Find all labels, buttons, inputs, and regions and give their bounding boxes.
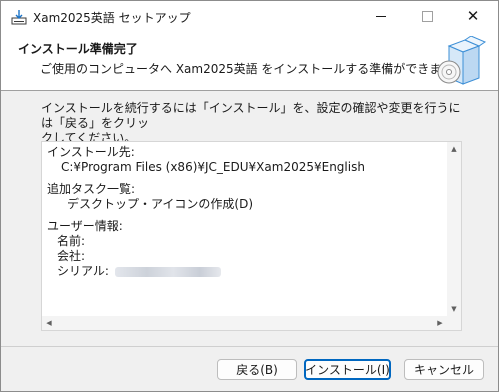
title-bar[interactable]: Xam2025英語 セットアップ ✕ — [1, 1, 498, 32]
instructions-line: インストールを続行するには「インストール」を、設定の確認や変更を行うには「戻る」… — [41, 101, 461, 130]
installer-icon — [11, 10, 27, 25]
close-button[interactable]: ✕ — [450, 1, 496, 32]
serial-row: シリアル: — [47, 264, 365, 279]
serial-value-redacted — [114, 266, 221, 277]
setup-window: Xam2025英語 セットアップ ✕ インストール準備完了 ご使用のコンピュータ… — [0, 0, 499, 392]
install-dest-value: C:¥Program Files (x86)¥JC_EDU¥Xam2025¥En… — [61, 160, 365, 174]
close-icon: ✕ — [466, 7, 480, 25]
page-subtitle: ご使用のコンピュータへ Xam2025英語 をインストールする準備ができました。 — [40, 62, 478, 76]
wizard-header: インストール準備完了 ご使用のコンピュータへ Xam2025英語 をインストール… — [1, 32, 498, 91]
maximize-icon — [421, 11, 433, 22]
scroll-left-icon[interactable]: ◀ — [42, 316, 56, 330]
scroll-down-icon[interactable]: ▼ — [447, 302, 461, 316]
scrollbar-corner — [447, 316, 461, 330]
instructions-text: インストールを続行するには「インストール」を、設定の確認や変更を行うには「戻る」… — [41, 101, 471, 146]
page-title: インストール準備完了 — [18, 42, 138, 56]
user-info-label: ユーザー情報: — [47, 219, 123, 233]
tasks-label: 追加タスク一覧: — [47, 182, 136, 196]
name-label: 名前: — [57, 234, 86, 248]
minimize-icon — [376, 16, 386, 17]
summary-content: インストール先: C:¥Program Files (x86)¥JC_EDU¥X… — [47, 145, 365, 279]
serial-label: シリアル: — [57, 264, 109, 278]
summary-memo[interactable]: インストール先: C:¥Program Files (x86)¥JC_EDU¥X… — [41, 141, 462, 331]
tasks-value: デスクトップ・アイコンの作成(D) — [67, 197, 254, 211]
install-button[interactable]: インストール(I) — [304, 359, 391, 380]
vertical-scrollbar[interactable]: ▲ ▼ — [447, 142, 461, 316]
cancel-button[interactable]: キャンセル — [404, 359, 484, 380]
box-disc-icon — [437, 36, 487, 85]
maximize-button[interactable] — [404, 1, 450, 32]
install-dest-label: インストール先: — [47, 145, 135, 159]
scroll-right-icon[interactable]: ▶ — [433, 316, 447, 330]
window-title: Xam2025英語 セットアップ — [33, 11, 191, 25]
minimize-button[interactable] — [358, 1, 404, 32]
footer-divider — [1, 346, 498, 347]
horizontal-scrollbar[interactable]: ◀ ▶ — [42, 316, 447, 330]
scroll-up-icon[interactable]: ▲ — [447, 142, 461, 156]
company-label: 会社: — [57, 249, 86, 263]
back-button[interactable]: 戻る(B) — [217, 359, 297, 380]
